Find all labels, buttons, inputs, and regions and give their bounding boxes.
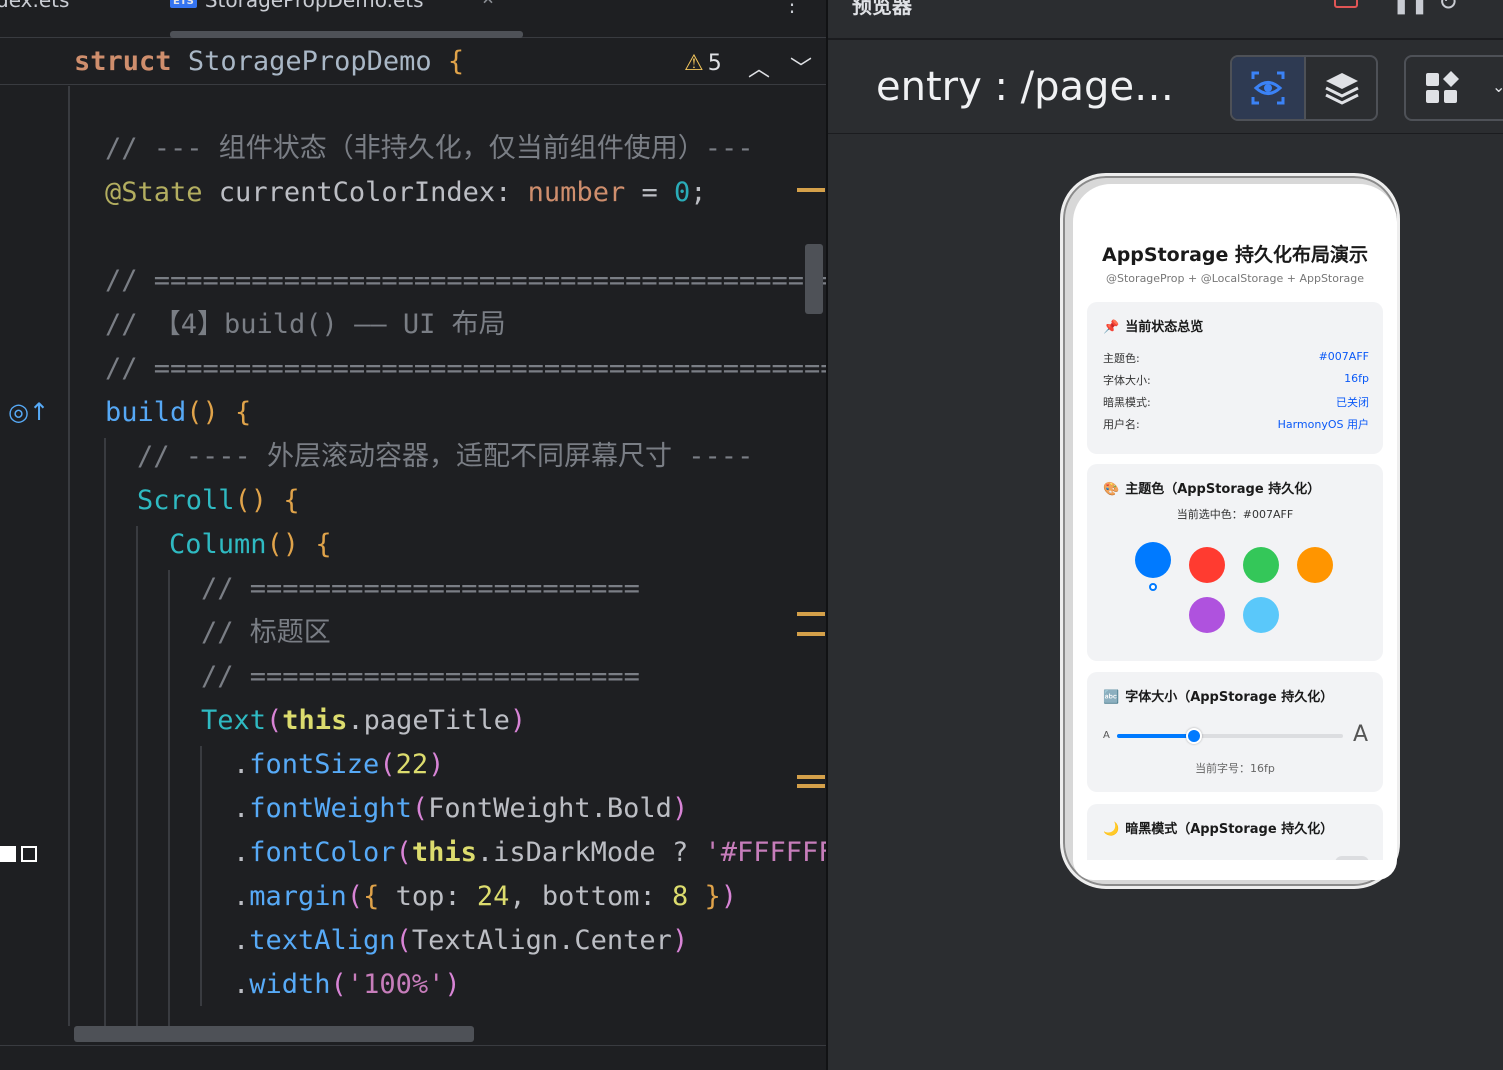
large-a-label: A [1353, 722, 1369, 747]
code-line[interactable]: // --- 组件状态（非持久化，仅当前组件使用）--- [105, 127, 754, 171]
code-line[interactable]: @State currentColorIndex: number = 0; [105, 171, 707, 215]
inspect-eye-icon[interactable] [1232, 57, 1304, 119]
close-tab-icon[interactable]: × [482, 0, 494, 10]
override-gutter-icon[interactable]: ◎↑ [8, 398, 49, 426]
next-problem-chevron-down-icon[interactable]: ﹀ [790, 51, 812, 83]
warning-icon: ⚠ [684, 51, 704, 76]
code-line[interactable]: // 【4】build() —— UI 布局 [105, 303, 506, 347]
indent-guide [104, 438, 106, 1026]
card-title: 暗黑模式（AppStorage 持久化） [1125, 822, 1334, 837]
change-marker[interactable] [797, 188, 825, 192]
previewer-title: 预览器 [852, 0, 912, 18]
device-chin [1073, 860, 1397, 880]
current-color-label: 当前选中色：#007AFF [1176, 508, 1294, 521]
code-line[interactable]: // ======================== [201, 567, 640, 611]
horizontal-scrollbar[interactable] [74, 1026, 474, 1042]
indent-guide [200, 746, 202, 1006]
warning-count: 5 [707, 51, 722, 76]
status-row-theme-color: 主题色: #007AFF [1103, 350, 1369, 365]
color-swatch-blue[interactable] [1135, 542, 1171, 578]
indent-guide [168, 570, 170, 1026]
card-title: 当前状态总览 [1125, 320, 1204, 335]
code-line[interactable]: // ======================== [201, 655, 640, 699]
previous-problem-chevron-up-icon[interactable]: ︿ [748, 51, 770, 83]
indent-guide [136, 526, 138, 1026]
code-line[interactable]: // 标题区 [201, 611, 331, 655]
dropdown-chevron-icon[interactable]: ⌄ [1492, 77, 1503, 96]
more-options-icon[interactable]: ⋮ [782, 0, 802, 16]
abc-text-icon: 🔤 [1103, 690, 1120, 705]
struct-keyword: struct [74, 46, 172, 77]
color-swatch-red[interactable] [1189, 547, 1225, 583]
status-overview-card: 📌 当前状态总览 主题色: #007AFF 字体大小: 16fp 暗黑模式: 已关闭 用… [1087, 302, 1383, 454]
dark-mode-card: 🌙 暗黑模式（AppStorage 持久化） [1087, 804, 1383, 860]
tab-index-ets[interactable]: dex.ets [0, 0, 69, 12]
card-title: 主题色（AppStorage 持久化） [1125, 482, 1321, 497]
record-icon[interactable] [1334, 0, 1358, 8]
small-a-label: A [1103, 730, 1110, 741]
device-screen[interactable]: AppStorage 持久化布局演示 @StorageProp + @Local… [1073, 184, 1397, 860]
font-size-slider-thumb[interactable] [1185, 728, 1202, 744]
code-line[interactable]: .margin({ top: 24, bottom: 8 }) [233, 875, 737, 919]
code-line[interactable]: build() { [105, 391, 251, 435]
theme-color-card: 🎨 主题色（AppStorage 持久化） 当前选中色：#007AFF [1087, 464, 1383, 661]
layers-icon[interactable] [1306, 57, 1376, 119]
status-row-dark-mode: 暗黑模式: 已关闭 [1103, 396, 1369, 409]
moon-icon: 🌙 [1103, 822, 1120, 837]
active-tab-indicator [170, 31, 523, 38]
code-editor[interactable]: dex.ets ETSStoragePropDemo.ets × ⋮ struc… [0, 0, 826, 1070]
editor-tab-bar: dex.ets ETSStoragePropDemo.ets × ⋮ [0, 0, 826, 38]
change-marker[interactable] [797, 784, 825, 788]
color-swatch-green[interactable] [1243, 547, 1279, 583]
pin-icon: 📌 [1103, 320, 1120, 335]
code-line[interactable]: .fontSize(22) [233, 743, 444, 787]
card-title: 字体大小（AppStorage 持久化） [1125, 690, 1334, 705]
change-marker[interactable] [797, 612, 825, 616]
color-swatch-orange[interactable] [1297, 547, 1333, 583]
page-title: AppStorage 持久化布局演示 [1101, 244, 1369, 266]
sticky-scope-header: struct StoragePropDemo { ⚠ 5 ︿ ﹀ [0, 39, 826, 85]
vertical-scrollbar[interactable] [805, 244, 823, 314]
code-line[interactable]: .fontColor(this.isDarkMode ? '#FFFFFF [233, 831, 826, 875]
selected-indicator [1149, 583, 1157, 591]
previewer-toolbar: entry : /page… [828, 42, 1503, 134]
component-grid-icon[interactable] [1406, 57, 1478, 119]
divider [0, 1045, 826, 1046]
indent-guide [68, 86, 70, 1026]
pause-icon[interactable]: ❚❚ [1392, 0, 1429, 15]
font-size-slider-fill [1117, 734, 1194, 738]
color-swatch-light-blue[interactable] [1243, 597, 1279, 633]
inspect-toggle-group [1230, 55, 1378, 121]
code-line[interactable]: .fontWeight(FontWeight.Bold) [233, 787, 688, 831]
route-label[interactable]: entry : /page… [876, 64, 1174, 110]
code-line[interactable]: .textAlign(TextAlign.Center) [233, 919, 688, 963]
current-font-size-label: 当前字号：16fp [1195, 762, 1275, 775]
status-row-username: 用户名: HarmonyOS 用户 [1103, 418, 1369, 431]
code-line[interactable]: Column() { [169, 523, 332, 567]
warnings-indicator[interactable]: ⚠ 5 [684, 51, 722, 76]
change-marker[interactable] [797, 775, 825, 779]
code-line[interactable]: // =====================================… [105, 259, 826, 303]
code-line[interactable]: // ---- 外层滚动容器，适配不同屏幕尺寸 ---- [137, 435, 753, 479]
palette-icon: 🎨 [1103, 482, 1120, 497]
previewer-header: 预览器 ❚❚ ↻ [828, 0, 1503, 40]
struct-name: StoragePropDemo [187, 46, 432, 77]
code-line[interactable]: Scroll() { [137, 479, 300, 523]
code-line[interactable]: Text(this.pageTitle) [201, 699, 526, 743]
status-row-font-size: 字体大小: 16fp [1103, 372, 1369, 387]
component-toggle-group: ⌄ [1404, 55, 1503, 121]
change-marker[interactable] [797, 632, 825, 636]
font-size-card: 🔤 字体大小（AppStorage 持久化） A A 当前字号：16fp [1087, 672, 1383, 792]
open-brace: { [447, 46, 465, 77]
code-line[interactable]: .width('100%') [233, 963, 461, 1007]
refresh-icon[interactable]: ↻ [1438, 0, 1458, 16]
previewer-panel: 预览器 ❚❚ ↻ entry : /page… AppStorage 持久化布局… [826, 0, 1503, 1070]
page-subtitle: @StorageProp + @LocalStorage + AppStorag… [1106, 272, 1364, 285]
ets-file-icon: ETS [170, 0, 197, 8]
device-frame: AppStorage 持久化布局演示 @StorageProp + @Local… [1060, 173, 1400, 889]
tab-storagepropdemo-ets[interactable]: ETS StoragePropDemo.ets [170, 0, 424, 12]
code-line[interactable]: // =====================================… [105, 347, 826, 391]
color-swatch-purple[interactable] [1189, 597, 1225, 633]
